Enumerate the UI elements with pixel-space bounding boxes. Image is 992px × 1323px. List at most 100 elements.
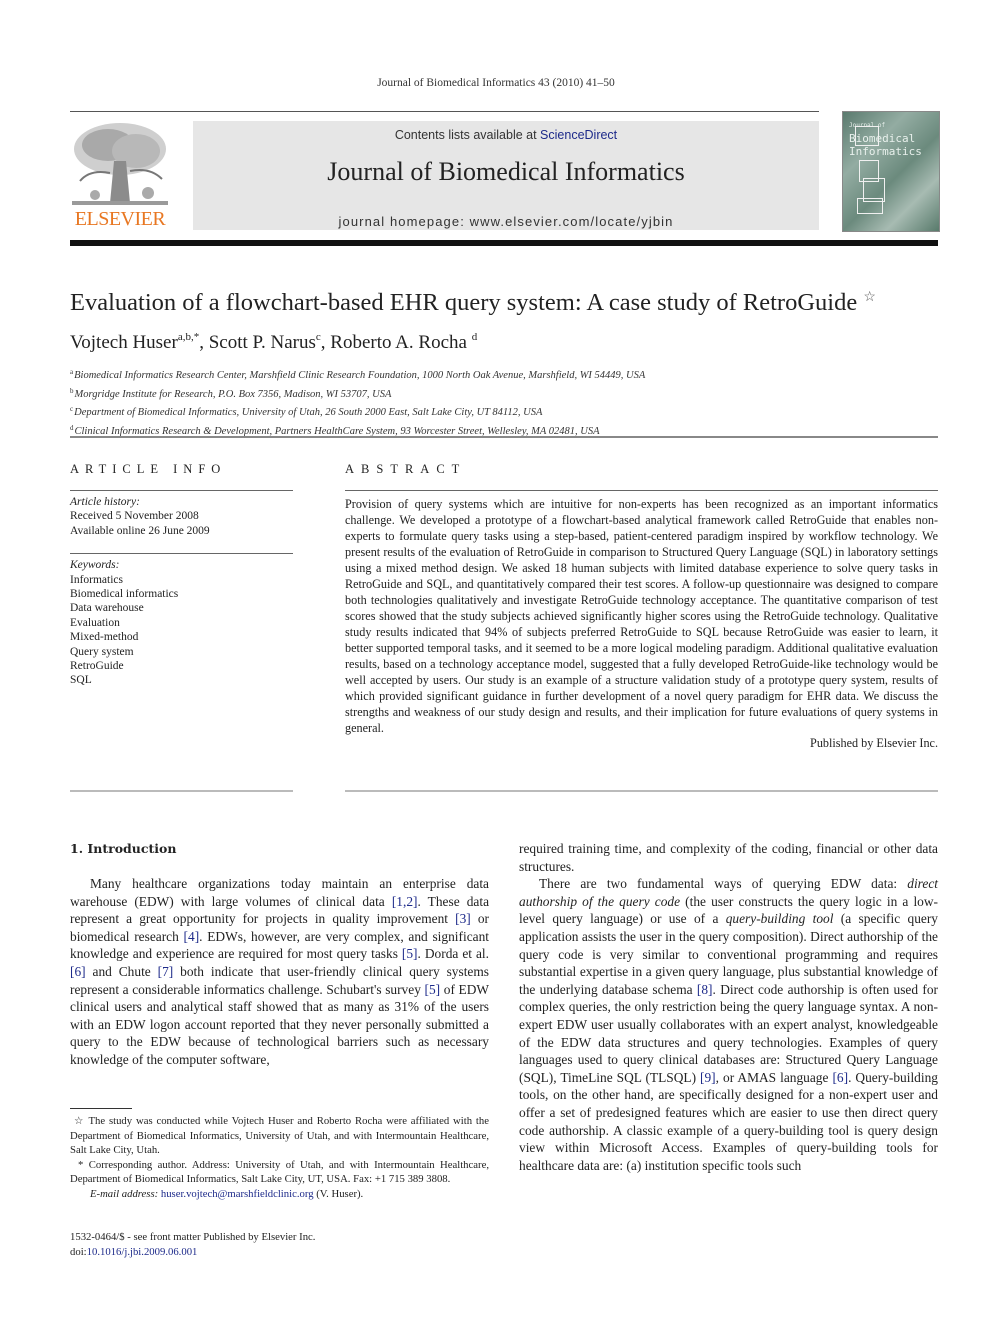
paragraph: required training time, and complexity o… <box>519 841 938 874</box>
elsevier-tree-icon <box>72 123 168 205</box>
affiliation-key: a <box>70 368 74 376</box>
history-label: Article history: <box>70 496 140 508</box>
doi-line: doi:10.1016/j.jbi.2009.06.001 <box>70 1245 315 1260</box>
affiliation-text: Department of Biomedical Informatics, Un… <box>74 407 543 418</box>
contents-line: Contents lists available at ScienceDirec… <box>193 128 819 142</box>
email-link[interactable]: huser.vojtech@marshfieldclinic.org <box>161 1188 314 1200</box>
keyword[interactable]: Biomedical informatics <box>70 587 293 601</box>
header-thick-rule <box>70 240 938 246</box>
footnote-text: Corresponding author. Address: Universit… <box>70 1158 489 1186</box>
cover-title-line2: Informatics <box>849 145 922 158</box>
affiliations-divider <box>70 436 938 438</box>
intro-right-column: required training time, and complexity o… <box>519 840 938 1174</box>
title-footnote-star-icon[interactable]: ☆ <box>863 290 876 305</box>
emphasis-text: query-building tool <box>725 911 834 927</box>
cover-decoration <box>855 126 879 146</box>
citation-link[interactable]: [5] <box>402 946 418 961</box>
affiliation-item: bMorgridge Institute for Research, P.O. … <box>70 384 645 403</box>
published-by: Published by Elsevier Inc. <box>810 736 938 750</box>
journal-banner: Contents lists available at ScienceDirec… <box>193 121 819 230</box>
author-separator: , <box>199 332 209 353</box>
contents-prefix: Contents lists available at <box>394 128 541 142</box>
author-separator: , <box>320 332 331 353</box>
divider <box>70 490 293 491</box>
author-affiliation-mark[interactable]: d <box>472 331 478 343</box>
available-date: Available online 26 June 2009 <box>70 524 210 537</box>
divider <box>345 490 938 491</box>
abstract-text: Provision of query systems which are int… <box>345 497 938 735</box>
affiliation-text: Biomedical Informatics Research Center, … <box>74 370 646 381</box>
body-text: . Query-building tools, on the other han… <box>519 1069 938 1173</box>
keyword[interactable]: SQL <box>70 673 293 687</box>
affiliation-key: c <box>70 405 74 413</box>
citation-link[interactable]: [5] <box>425 982 441 997</box>
elsevier-logo[interactable]: ELSEVIER <box>70 121 170 231</box>
citation-link[interactable]: [7] <box>158 964 174 979</box>
keyword[interactable]: Informatics <box>70 573 293 587</box>
affiliation-key: d <box>70 423 74 432</box>
issn-line: 1532-0464/$ - see front matter Published… <box>70 1231 316 1243</box>
keyword[interactable]: Query system <box>70 645 293 659</box>
footnote-email: E-mail address: huser.vojtech@marshfield… <box>70 1187 489 1202</box>
footnote-rule <box>70 1108 132 1109</box>
paragraph: There are two fundamental ways of queryi… <box>519 875 938 1174</box>
keyword[interactable]: Mixed-method <box>70 630 293 644</box>
keyword[interactable]: Data warehouse <box>70 601 293 615</box>
affiliation-list: aBiomedical Informatics Research Center,… <box>70 365 645 439</box>
body-text: . Dorda et al. <box>417 946 489 962</box>
article-history: Article history: Received 5 November 200… <box>70 495 293 538</box>
affiliation-key: b <box>70 386 74 395</box>
article-info-panel: ARTICLE INFO Article history: Received 5… <box>70 462 293 688</box>
affiliation-item: cDepartment of Biomedical Informatics, U… <box>70 402 645 421</box>
keyword[interactable]: Evaluation <box>70 616 293 630</box>
email-suffix: (V. Huser). <box>313 1187 364 1200</box>
journal-cover-thumbnail[interactable]: Journal of Biomedical Informatics <box>842 111 940 232</box>
doi-link[interactable]: 10.1016/j.jbi.2009.06.001 <box>87 1246 198 1258</box>
keywords: Keywords: Informatics Biomedical informa… <box>70 558 293 688</box>
footnote-text: The study was conducted while Vojtech Hu… <box>70 1115 489 1156</box>
author-list: Vojtech Husera,b,*, Scott P. Narusc, Rob… <box>70 331 477 354</box>
abstract-panel: ABSTRACT Provision of query systems whic… <box>345 462 938 751</box>
keyword[interactable]: RetroGuide <box>70 659 293 673</box>
keywords-label: Keywords: <box>70 559 120 572</box>
doi-prefix: doi: <box>70 1245 87 1258</box>
body-text: and Chute <box>85 963 158 979</box>
footnote-corresponding: * Corresponding author. Address: Univers… <box>70 1158 489 1187</box>
cover-decoration <box>857 198 883 214</box>
author-name[interactable]: Roberto A. Rocha <box>330 332 467 353</box>
article-title: Evaluation of a flowchart-based EHR quer… <box>70 289 950 317</box>
article-info-bottom-rule <box>70 790 293 792</box>
affiliation-text: Clinical Informatics Research & Developm… <box>74 425 600 437</box>
citation-link[interactable]: [4] <box>184 929 200 944</box>
citation-link[interactable]: [6] <box>70 964 86 979</box>
author-name[interactable]: Vojtech Huser <box>70 332 178 353</box>
citation-link[interactable]: [1,2] <box>392 894 418 909</box>
footnotes: ☆ The study was conducted while Vojtech … <box>70 1114 489 1201</box>
abstract-heading: ABSTRACT <box>345 462 467 476</box>
sciencedirect-link[interactable]: ScienceDirect <box>540 128 617 142</box>
abstract-bottom-rule <box>345 790 938 792</box>
star-icon: ☆ <box>74 1115 85 1127</box>
body-text: There are two fundamental ways of queryi… <box>539 876 908 892</box>
intro-left-column: Many healthcare organizations today main… <box>70 875 489 1069</box>
running-head: Journal of Biomedical Informatics 43 (20… <box>377 77 615 89</box>
article-title-text: Evaluation of a flowchart-based EHR quer… <box>70 289 858 316</box>
citation-link[interactable]: [3] <box>455 911 471 926</box>
journal-title: Journal of Biomedical Informatics <box>327 157 685 186</box>
citation-link[interactable]: [8] <box>697 982 713 997</box>
journal-homepage-link[interactable]: journal homepage: www.elsevier.com/locat… <box>193 214 819 229</box>
received-date: Received 5 November 2008 <box>70 510 199 523</box>
author-name[interactable]: Scott P. Narus <box>209 332 316 353</box>
affiliation-item: aBiomedical Informatics Research Center,… <box>70 365 645 384</box>
citation-link[interactable]: [6] <box>832 1070 848 1085</box>
citation-link[interactable]: [9] <box>700 1070 716 1085</box>
section-heading-introduction: 1. Introduction <box>70 841 177 856</box>
header-top-rule <box>70 111 819 112</box>
elsevier-wordmark: ELSEVIER <box>74 208 166 230</box>
footnote-star: ☆ The study was conducted while Vojtech … <box>70 1114 489 1158</box>
divider <box>70 553 293 555</box>
affiliation-text: Morgridge Institute for Research, P.O. B… <box>74 388 392 400</box>
body-text: , or AMAS language <box>715 1069 833 1085</box>
author-affiliation-mark[interactable]: a,b,* <box>178 331 199 343</box>
email-label: E-mail address: <box>90 1187 159 1200</box>
